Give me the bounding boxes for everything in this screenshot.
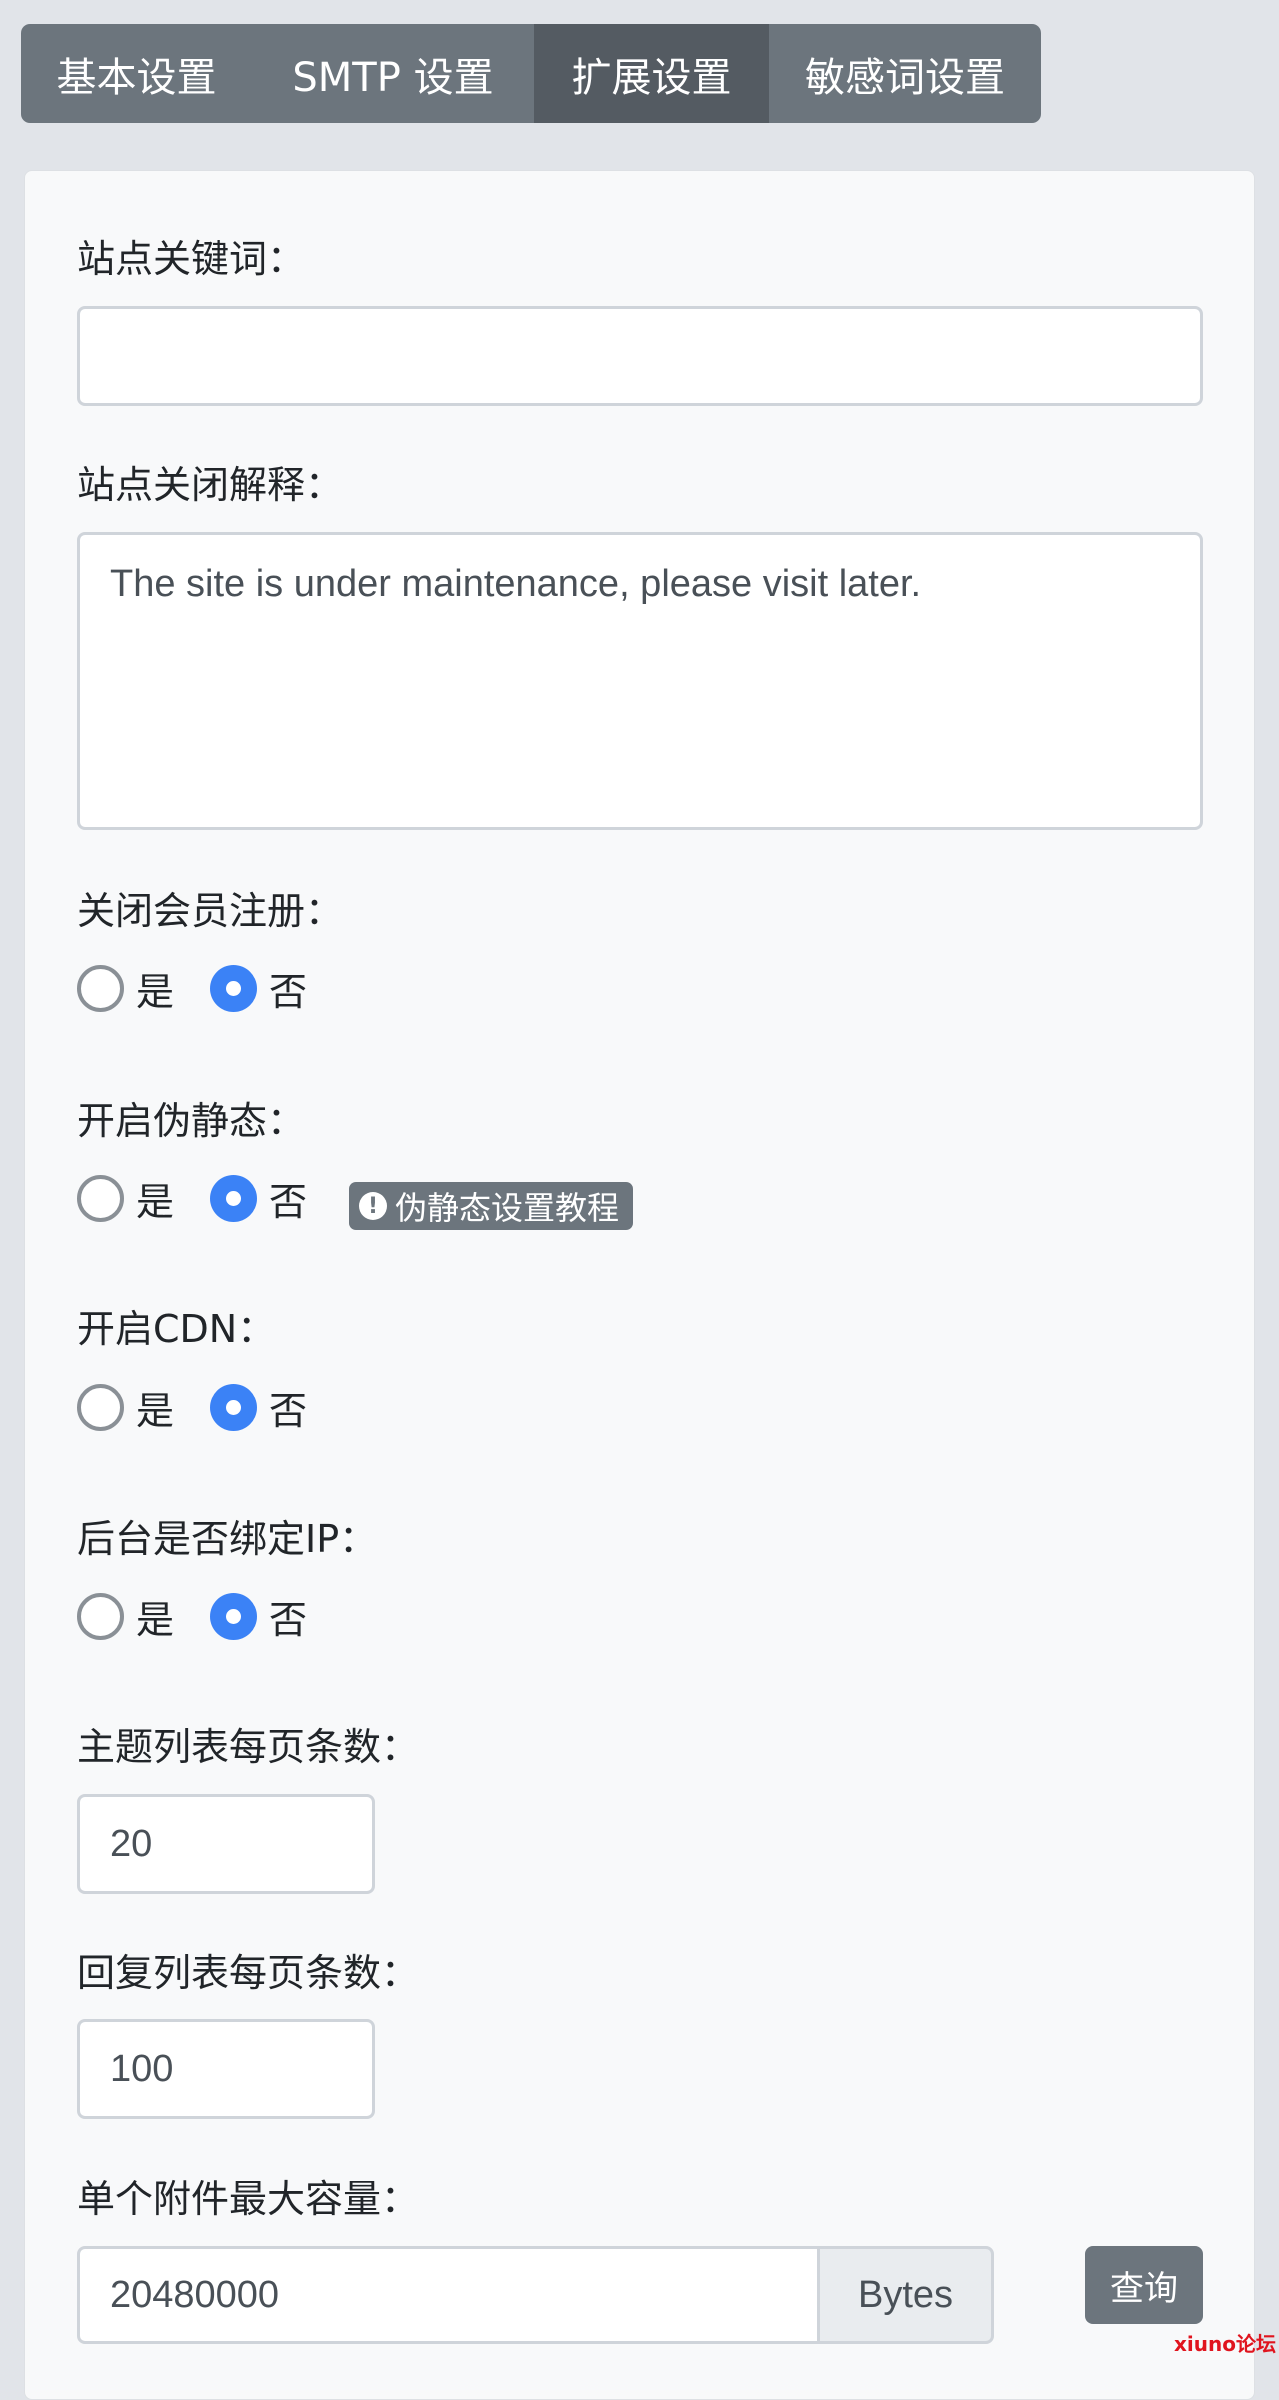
close-registration-label: 关闭会员注册： [77,889,344,933]
cdn-no-label: 否 [269,1388,308,1433]
pseudo-static-yes-label: 是 [136,1179,175,1224]
close-registration-yes-radio[interactable] [77,964,124,1012]
close-registration-no-label: 否 [269,969,308,1014]
close-registration-yes-label: 是 [136,969,175,1014]
tab-sensitive-words-settings[interactable]: 敏感词设置 [769,24,1041,123]
site-keywords-label: 站点关键词： [77,237,306,281]
pseudo-static-no-label: 否 [269,1179,308,1224]
query-button[interactable]: 查询 [1085,2246,1203,2324]
pseudo-static-yes-radio[interactable] [77,1174,124,1222]
close-reason-textarea[interactable]: The site is under maintenance, please vi… [77,532,1203,830]
bind-ip-no-radio[interactable] [210,1592,258,1640]
close-reason-label: 站点关闭解释： [77,463,344,507]
site-keywords-input[interactable] [77,306,1203,406]
pseudo-static-radio-group: 是 否 [77,1172,343,1224]
bytes-unit-addon: Bytes [820,2246,994,2344]
pseudo-static-label: 开启伪静态： [77,1099,306,1143]
tab-smtp-settings[interactable]: SMTP 设置 [252,24,534,123]
close-registration-radio-group: 是 否 [77,962,343,1014]
cdn-yes-radio[interactable] [77,1383,124,1431]
cdn-radio-group: 是 否 [77,1381,343,1433]
tab-basic-settings[interactable]: 基本设置 [21,24,252,123]
cdn-yes-label: 是 [136,1388,175,1433]
bind-ip-yes-radio[interactable] [77,1592,124,1640]
max-attachment-input[interactable]: 20480000 [77,2246,820,2344]
tab-extended-settings[interactable]: 扩展设置 [534,24,769,123]
bind-ip-radio-group: 是 否 [77,1590,343,1642]
close-registration-no-radio[interactable] [210,964,258,1012]
pseudo-static-no-radio[interactable] [210,1174,258,1222]
pseudo-static-tutorial-link[interactable]: ! 伪静态设置教程 [349,1182,634,1230]
bind-ip-no-label: 否 [269,1597,308,1642]
bind-ip-yes-label: 是 [136,1597,175,1642]
replies-per-page-label: 回复列表每页条数： [77,1951,420,1995]
max-attachment-label: 单个附件最大容量： [77,2177,420,2221]
settings-tabs: 基本设置 SMTP 设置 扩展设置 敏感词设置 [21,24,1041,123]
pseudo-static-tutorial-text: 伪静态设置教程 [395,1189,620,1227]
replies-per-page-input[interactable]: 100 [77,2019,375,2119]
forum-watermark: xiuno论坛 [1174,2332,1276,2356]
threads-per-page-label: 主题列表每页条数： [77,1725,420,1769]
exclamation-circle-icon: ! [359,1192,387,1220]
bind-ip-label: 后台是否绑定IP： [77,1517,378,1561]
cdn-label: 开启CDN： [77,1307,276,1351]
threads-per-page-input[interactable]: 20 [77,1794,375,1894]
cdn-no-radio[interactable] [210,1383,258,1431]
